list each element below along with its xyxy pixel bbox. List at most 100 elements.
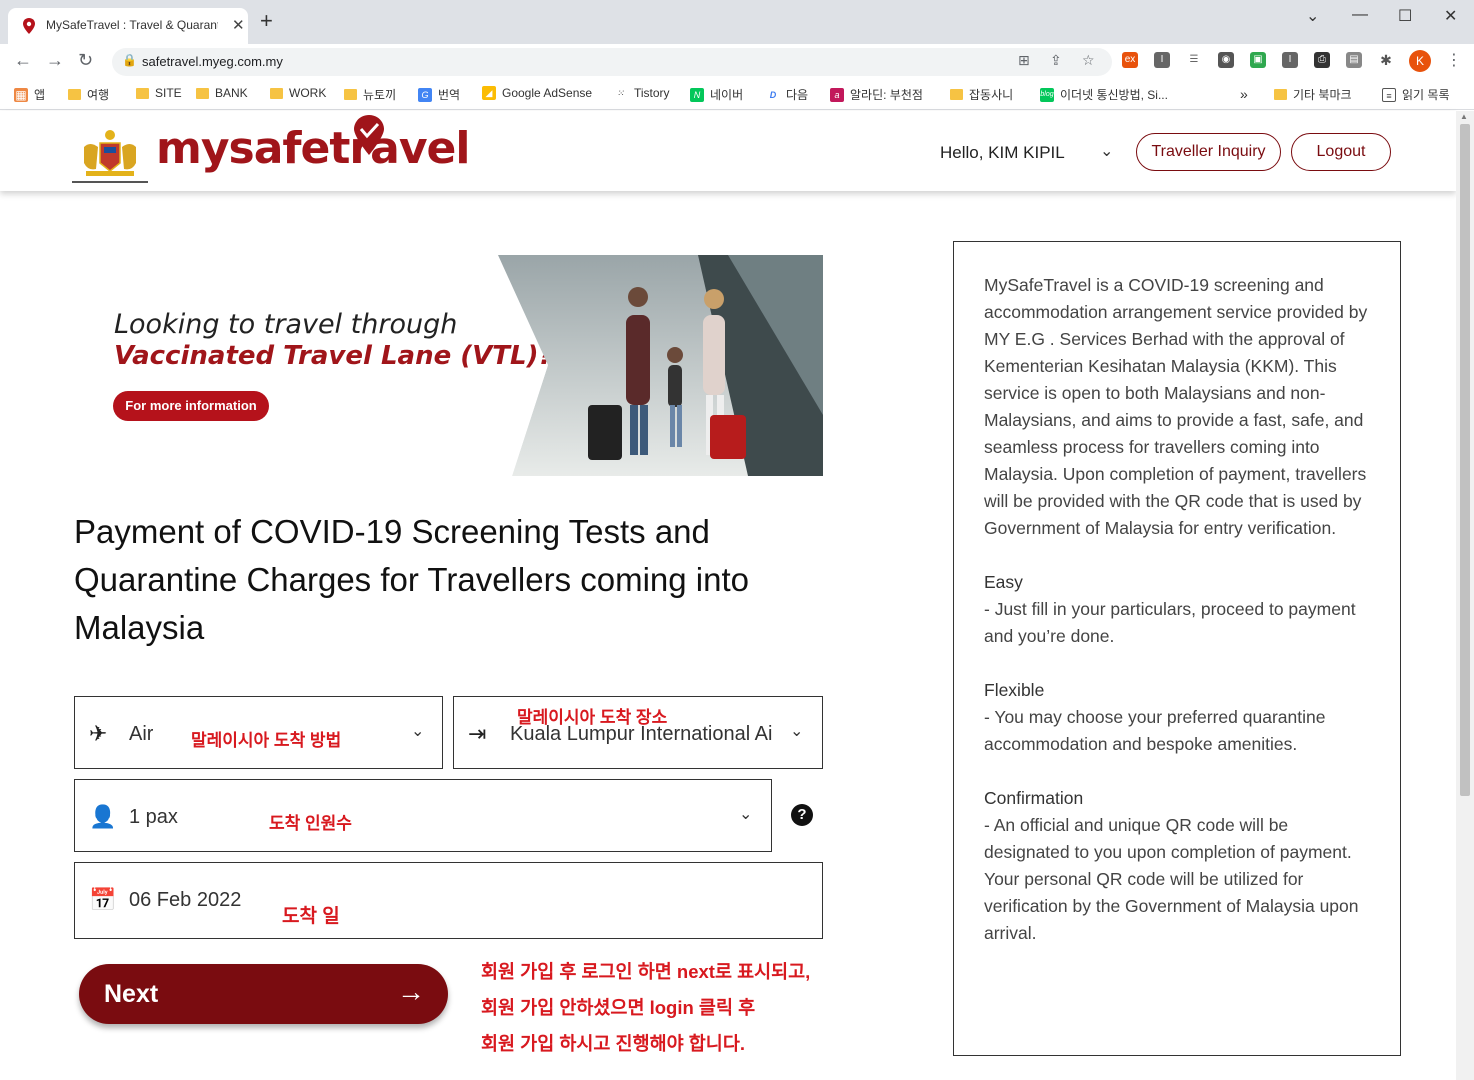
airplane-icon: ✈: [89, 721, 108, 746]
banner-line2: Vaccinated Travel Lane (VTL)?: [114, 341, 554, 371]
user-menu-chevron-icon[interactable]: ⌄: [1100, 141, 1113, 161]
extension-i-icon[interactable]: I: [1154, 52, 1170, 68]
folder-icon: [270, 87, 283, 99]
bookmark-folder[interactable]: 뉴토끼: [344, 86, 396, 103]
extension-i2-icon[interactable]: I: [1282, 52, 1298, 68]
forward-icon[interactable]: →: [46, 50, 64, 71]
folder-icon: [1274, 89, 1287, 100]
traveller-inquiry-button[interactable]: Traveller Inquiry: [1136, 133, 1281, 171]
bookmark-folder[interactable]: SITE: [136, 86, 182, 100]
annotation-line3: 회원 가입 하시고 진행해야 합니다.: [481, 1033, 745, 1054]
extension-list-icon[interactable]: ☰: [1186, 52, 1202, 68]
bookmark-adsense[interactable]: ◢ Google AdSense: [482, 86, 592, 100]
next-button[interactable]: Next →: [79, 964, 448, 1024]
arrival-mode-note: 말레이시아 도착 방법: [191, 731, 342, 750]
aladin-icon: a: [830, 87, 844, 102]
folder-icon: [950, 89, 963, 100]
tab-search-icon[interactable]: ⌄: [1306, 6, 1319, 26]
flexible-heading: Flexible: [984, 680, 1045, 700]
tab-title: MySafeTravel : Travel & Quarant: [46, 18, 218, 32]
page-title: Payment of COVID-19 Screening Tests and …: [74, 513, 749, 646]
browser-window: MySafeTravel : Travel & Quarant ✕ + ⌄ — …: [0, 0, 1474, 1080]
bookmark-aladin[interactable]: a 알라딘: 부천점: [830, 86, 923, 103]
arrival-date-value: 06 Feb 2022: [129, 889, 242, 911]
site-header: mysafetravel Hello, KIM KIPIL ⌄ Travelle…: [0, 111, 1456, 191]
bookmark-folder[interactable]: 잡동사니: [950, 86, 1013, 103]
extension-globe-icon[interactable]: ◉: [1218, 52, 1234, 68]
extension-green-icon[interactable]: ▣: [1250, 52, 1266, 68]
address-bar[interactable]: 🔒 safetravel.myeg.com.my ⊞ ⇪ ☆: [112, 48, 1112, 76]
pax-note: 도착 인원수: [269, 814, 352, 833]
new-tab-icon[interactable]: +: [260, 10, 273, 32]
bookmark-folder[interactable]: WORK: [270, 86, 326, 100]
extension-print-icon[interactable]: ⎙: [1314, 52, 1330, 68]
browser-tab[interactable]: MySafeTravel : Travel & Quarant ✕: [8, 8, 248, 44]
airport-family-photo: [498, 255, 823, 476]
tistory-icon: ⁙: [614, 86, 628, 100]
reload-icon[interactable]: ↻: [78, 50, 93, 71]
extension-ex-icon[interactable]: ex: [1122, 52, 1138, 68]
maximize-icon[interactable]: ☐: [1398, 6, 1412, 26]
arrival-mode-value: Air: [129, 723, 154, 745]
close-window-icon[interactable]: ✕: [1444, 6, 1457, 26]
bookmark-naver[interactable]: N 네이버: [690, 86, 743, 103]
bookmark-daum[interactable]: D 다음: [766, 86, 808, 103]
scrollbar-thumb[interactable]: [1460, 124, 1470, 796]
pax-select[interactable]: 👤 1 pax ⌄: [74, 779, 772, 852]
annotation-line2: 회원 가입 안하셨으면 login 클릭 후: [481, 997, 756, 1018]
map-pin-icon: [23, 18, 35, 34]
avatar[interactable]: K: [1409, 50, 1431, 72]
vtl-banner[interactable]: Looking to travel through Vaccinated Tra…: [74, 255, 823, 476]
daum-icon: D: [766, 87, 780, 102]
calendar-icon: 📅: [89, 887, 117, 912]
service-info-panel: MySafeTravel is a COVID-19 screening and…: [953, 241, 1401, 1056]
chevron-down-icon: ⌄: [790, 723, 804, 740]
scroll-up-icon[interactable]: ▲: [1460, 112, 1468, 121]
minimize-icon[interactable]: —: [1352, 6, 1368, 24]
bookmark-folder[interactable]: 여행: [68, 86, 109, 103]
help-question-icon[interactable]: ?: [791, 804, 813, 826]
lock-icon: 🔒: [122, 53, 137, 67]
bookmark-tistory[interactable]: ⁙ Tistory: [614, 86, 670, 100]
reading-list-icon: ≡: [1382, 87, 1396, 102]
reading-list[interactable]: ≡ 읽기 목록: [1382, 86, 1450, 103]
logo-pin-icon: [354, 115, 384, 155]
banner-line1: Looking to travel through: [114, 309, 458, 340]
confirmation-heading: Confirmation: [984, 788, 1084, 808]
arrival-date-note: 도착 일: [282, 906, 340, 927]
flexible-text: - You may choose your preferred quaranti…: [984, 707, 1326, 754]
easy-text: - Just fill in your particulars, proceed…: [984, 599, 1356, 646]
easy-heading: Easy: [984, 572, 1023, 592]
tab-bar: MySafeTravel : Travel & Quarant ✕ + ⌄ — …: [0, 0, 1474, 44]
back-icon[interactable]: ←: [14, 50, 32, 71]
pax-value: 1 pax: [129, 806, 178, 828]
more-information-button[interactable]: For more information: [113, 391, 269, 421]
bookmark-folder[interactable]: BANK: [196, 86, 248, 100]
naver-icon: N: [690, 87, 704, 102]
extensions-puzzle-icon[interactable]: ✱: [1378, 52, 1394, 68]
site-logo[interactable]: mysafetravel: [156, 115, 470, 174]
user-greeting: Hello, KIM KIPIL: [940, 143, 1065, 162]
translate-icon[interactable]: ⊞: [1018, 52, 1030, 69]
logout-button[interactable]: Logout: [1291, 133, 1391, 171]
bookmarks-overflow-icon[interactable]: »: [1240, 86, 1248, 102]
bookmark-blog[interactable]: blog 이더넷 통신방법, Si...: [1040, 86, 1168, 103]
arrival-date-input[interactable]: 📅 06 Feb 2022: [74, 862, 823, 939]
browser-menu-icon[interactable]: ⋮: [1446, 50, 1462, 70]
star-icon[interactable]: ☆: [1082, 52, 1095, 69]
bookmark-other[interactable]: 기타 북마크: [1274, 86, 1352, 103]
arrow-right-icon: →: [397, 976, 425, 1007]
bookmark-apps[interactable]: ▦ 앱: [14, 86, 45, 103]
extension-window-icon[interactable]: ▤: [1346, 52, 1362, 68]
arrival-place-note: 말레이시아 도착 장소: [517, 708, 668, 727]
user-icon: 👤: [89, 804, 117, 829]
bookmarks-bar: ▦ 앱 여행 SITE BANK WORK 뉴토끼 G 번역 ◢ Google AdS…: [0, 80, 1474, 110]
adsense-icon: ◢: [482, 86, 496, 100]
close-tab-icon[interactable]: ✕: [232, 16, 245, 34]
bookmark-translate[interactable]: G 번역: [418, 86, 460, 103]
chevron-down-icon: ⌄: [739, 806, 753, 823]
share-icon[interactable]: ⇪: [1050, 52, 1062, 69]
folder-icon: [196, 87, 209, 99]
sign-in-arrow-icon: ⇥: [468, 721, 487, 746]
url-text: safetravel.myeg.com.my: [142, 54, 283, 69]
